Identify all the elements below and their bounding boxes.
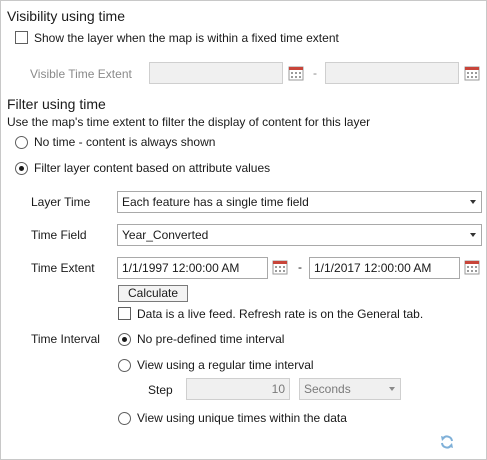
interval-unique-radio[interactable] (118, 412, 131, 425)
step-unit-dropdown[interactable]: Seconds (299, 378, 401, 400)
visible-extent-start-field[interactable] (149, 62, 283, 84)
refresh-icon[interactable] (439, 434, 455, 450)
chevron-down-icon (470, 233, 476, 237)
no-time-radio[interactable] (15, 136, 28, 149)
filter-attribute-radio[interactable] (15, 162, 28, 175)
time-field-label: Time Field (31, 228, 87, 242)
interval-unique-label[interactable]: View using unique times within the data (137, 411, 347, 425)
time-extent-label: Time Extent (31, 261, 95, 275)
layer-time-dropdown[interactable]: Each feature has a single time field (117, 191, 482, 213)
interval-none-radio[interactable] (118, 333, 131, 346)
chevron-down-icon (470, 200, 476, 204)
live-feed-checkbox[interactable] (118, 307, 131, 320)
time-extent-dash: - (298, 260, 302, 274)
show-layer-fixed-extent-checkbox[interactable] (15, 31, 28, 44)
layer-time-value: Each feature has a single time field (122, 195, 309, 209)
filter-description: Use the map's time extent to filter the … (7, 115, 371, 129)
visible-extent-dash: - (313, 66, 317, 80)
filter-attribute-label[interactable]: Filter layer content based on attribute … (34, 161, 270, 175)
interval-regular-label[interactable]: View using a regular time interval (137, 358, 314, 372)
time-extent-end-field[interactable]: 1/1/2017 12:00:00 AM (309, 257, 460, 279)
time-extent-start-field[interactable]: 1/1/1997 12:00:00 AM (117, 257, 268, 279)
calendar-icon[interactable] (464, 65, 480, 81)
step-label: Step (148, 383, 173, 397)
time-properties-panel: Visibility using time Show the layer whe… (0, 0, 487, 460)
filter-heading: Filter using time (7, 96, 106, 112)
time-field-dropdown[interactable]: Year_Converted (117, 224, 482, 246)
interval-none-label[interactable]: No pre-defined time interval (137, 332, 284, 346)
calculate-button[interactable]: Calculate (118, 285, 188, 302)
live-feed-label[interactable]: Data is a live feed. Refresh rate is on … (137, 307, 423, 321)
visibility-heading: Visibility using time (7, 8, 126, 24)
step-value-field[interactable]: 10 (186, 378, 290, 400)
layer-time-label: Layer Time (31, 195, 91, 209)
interval-regular-radio[interactable] (118, 359, 131, 372)
step-unit-value: Seconds (304, 382, 351, 396)
calendar-icon[interactable] (288, 65, 304, 81)
no-time-label[interactable]: No time - content is always shown (34, 135, 215, 149)
calendar-icon[interactable] (464, 259, 480, 275)
chevron-down-icon (389, 387, 395, 391)
show-layer-fixed-extent-label[interactable]: Show the layer when the map is within a … (34, 31, 339, 45)
time-field-value: Year_Converted (122, 228, 209, 242)
visible-extent-end-field[interactable] (325, 62, 459, 84)
visible-time-extent-label: Visible Time Extent (30, 67, 132, 81)
time-interval-label: Time Interval (31, 332, 100, 346)
calendar-icon[interactable] (272, 259, 288, 275)
